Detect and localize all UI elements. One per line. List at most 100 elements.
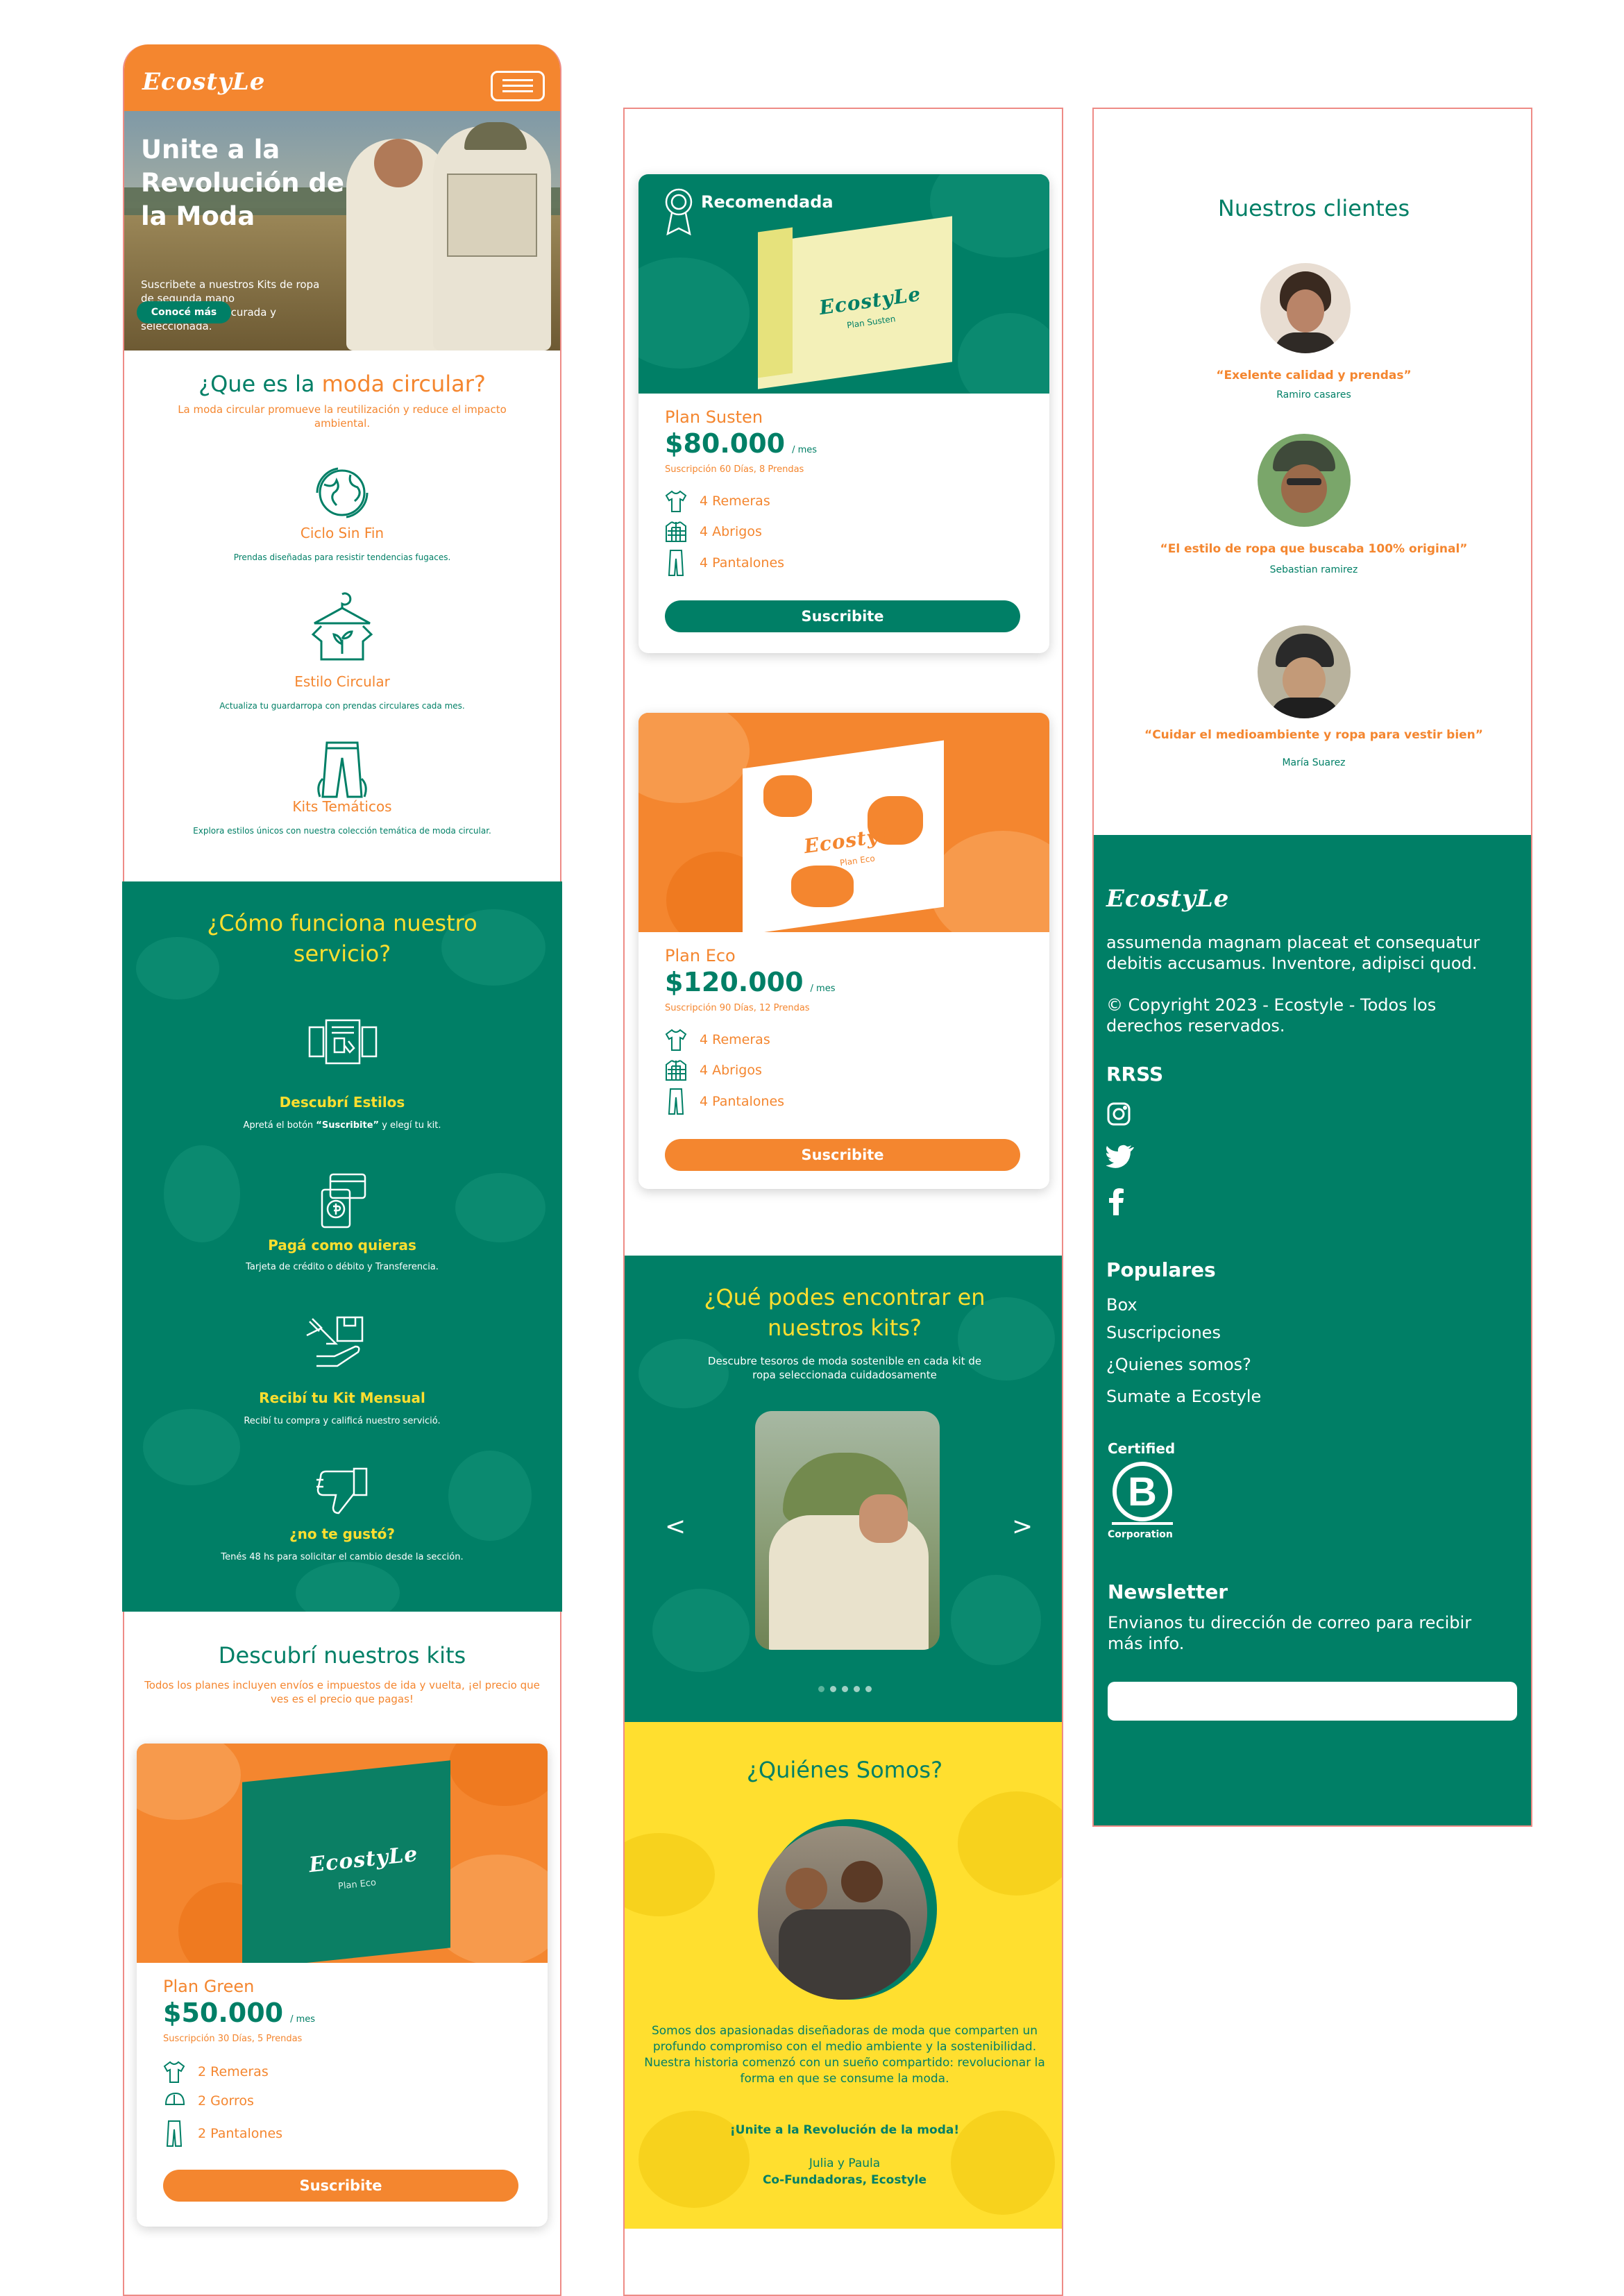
carousel-dot[interactable]: [829, 1686, 836, 1692]
step-title: Pagá como quieras: [268, 1237, 416, 1253]
client-avatar: [1260, 263, 1351, 353]
step-title: ¿no te gustó?: [289, 1526, 395, 1542]
newsletter-email-input[interactable]: [1108, 1682, 1517, 1721]
hero-subtitle: Suscribete a nuestros Kits de ropa de se…: [141, 278, 320, 332]
recommended-badge: Recomendada: [701, 192, 834, 212]
plan-price: $50.000 / mes: [163, 1998, 316, 2028]
footer-logo[interactable]: EcostyLe: [1106, 885, 1229, 913]
client-quote: “Cuidar el medioambiente y ropa para ves…: [1144, 728, 1483, 742]
plan-image: EcostyLe Plan Eco: [137, 1744, 548, 1963]
hand-photo: [859, 1494, 908, 1543]
mobile-page-plans: Recomendada EcostyLe Plan Susten Plan Su…: [623, 108, 1063, 2296]
step-title: Descubrí Estilos: [279, 1094, 405, 1111]
founders-photo: [758, 1826, 927, 2000]
client-quote: “Exelente calidad y prendas”: [1216, 369, 1412, 382]
instagram-icon[interactable]: [1106, 1101, 1131, 1129]
brand-logo[interactable]: EcostyLe: [142, 68, 265, 96]
plan-detail: Suscripción 30 Días, 5 Prendas: [163, 2034, 303, 2044]
subscribe-button[interactable]: Suscribite: [665, 1139, 1020, 1171]
about-cta: ¡Unite a la Revolución de la moda!: [729, 2123, 960, 2137]
plan-card: EcostyLe Plan Eco Plan Eco $120.000 / me…: [638, 713, 1049, 1189]
plan-item: 4 Remeras: [665, 489, 770, 513]
client-name: Sebastian ramirez: [1269, 564, 1358, 575]
plan-price: $120.000 / mes: [665, 967, 836, 997]
tshirt-icon: [665, 1029, 687, 1051]
plan-price: $80.000 / mes: [665, 428, 818, 459]
shirt-photo: [769, 1515, 929, 1650]
popular-heading: Populares: [1106, 1258, 1216, 1281]
step-desc: Recibí tu compra y calificá nuestro serv…: [244, 1416, 441, 1426]
founders-role: Co-Fundadoras, Ecostyle: [762, 2173, 927, 2187]
shirt-print-photo: [447, 174, 537, 257]
footer: EcostyLe assumenda magnam placeat et con…: [1094, 835, 1531, 1825]
step-desc: Tenés 48 hs para solicitar el cambio des…: [221, 1552, 464, 1562]
kits-title: Descubrí nuestros kits: [218, 1642, 466, 1669]
carousel-prev-button[interactable]: <: [665, 1512, 686, 1541]
subscribe-button[interactable]: Suscribite: [665, 600, 1020, 632]
carousel-next-button[interactable]: >: [1012, 1512, 1033, 1541]
about-section: ¿Quiénes Somos? Somos dos apasionadas di…: [625, 1722, 1062, 2229]
about-text: Somos dos apasionadas diseñadoras de mod…: [644, 2024, 1045, 2086]
menu-button[interactable]: [491, 71, 545, 101]
card-payment-icon: [318, 1172, 371, 1233]
plan-card: EcostyLe Plan Eco Plan Green $50.000 / m…: [137, 1744, 548, 2227]
kit-contents-section: ¿Qué podes encontrar en nuestros kits? D…: [625, 1256, 1062, 1722]
pants-icon: [668, 550, 684, 576]
plan-image: Recomendada EcostyLe Plan Susten: [638, 174, 1049, 394]
facebook-icon[interactable]: [1109, 1188, 1124, 1218]
carousel-dots: [625, 1682, 1062, 1695]
mobile-page-clients: Nuestros clientes “Exelente calidad y pr…: [1092, 108, 1532, 1827]
step-desc: Apretá el botón “Suscribite” y elegí tu …: [243, 1120, 441, 1131]
b-corp-icon: B: [1112, 1462, 1173, 1525]
plan-card-recommended: Recomendada EcostyLe Plan Susten Plan Su…: [638, 174, 1049, 653]
plan-item: 4 Remeras: [665, 1028, 770, 1052]
subscribe-button[interactable]: Suscribite: [163, 2170, 518, 2202]
newsletter-text: Envianos tu dirección de correo para rec…: [1108, 1613, 1472, 1653]
carousel-dot[interactable]: [865, 1686, 872, 1692]
plan-item: 4 Abrigos: [665, 1058, 762, 1082]
header-bar: EcostyLe: [124, 44, 560, 111]
client-avatar: [1258, 625, 1351, 718]
plan-name: Plan Eco: [665, 946, 736, 965]
person-photo: [374, 139, 423, 187]
plan-detail: Suscripción 60 Días, 8 Prendas: [665, 464, 804, 475]
footer-link[interactable]: Sumate a Ecostyle: [1106, 1386, 1261, 1407]
client-quote: “El estilo de ropa que buscaba 100% orig…: [1160, 542, 1468, 556]
plan-item: 4 Pantalones: [665, 549, 784, 577]
carousel-dot[interactable]: [853, 1686, 860, 1692]
plan-detail: Suscripción 90 Días, 12 Prendas: [665, 1003, 810, 1013]
footer-about: assumenda magnam placeat et consequatur …: [1106, 933, 1480, 973]
kit-contents-subtitle: Descubre tesoros de moda sostenible en c…: [707, 1355, 982, 1381]
thumbs-down-icon: [314, 1466, 371, 1519]
plan-name: Plan Green: [163, 1977, 255, 1996]
about-title: ¿Quiénes Somos?: [746, 1757, 943, 1783]
hero-banner: Unite a la Revolución de la Moda Suscrib…: [124, 111, 560, 351]
tshirt-icon: [665, 490, 687, 512]
how-title: ¿Cómo funciona nuestro servicio?: [207, 910, 477, 967]
plan-image: EcostyLe Plan Eco: [638, 713, 1049, 932]
award-badge-icon: [663, 185, 694, 239]
svg-text:B: B: [1128, 1469, 1157, 1514]
footer-link[interactable]: ¿Quienes somos?: [1106, 1354, 1251, 1375]
jacket-icon: [666, 1060, 686, 1081]
carousel-dot[interactable]: [841, 1686, 848, 1692]
client-avatar: [1258, 434, 1351, 527]
carousel-dot[interactable]: [818, 1686, 824, 1692]
plan-name: Plan Susten: [665, 407, 763, 427]
plan-item: 4 Pantalones: [665, 1088, 784, 1115]
twitter-icon[interactable]: [1106, 1145, 1134, 1171]
jacket-icon: [666, 521, 686, 542]
newsletter-heading: Newsletter: [1108, 1580, 1228, 1603]
plan-item: 2 Pantalones: [163, 2120, 282, 2147]
rrss-heading: RRSS: [1106, 1063, 1164, 1086]
how-it-works-section: ¿Cómo funciona nuestro servicio? Descubr…: [122, 881, 562, 1612]
pants-icon: [166, 2120, 183, 2147]
footer-link[interactable]: Box: [1106, 1294, 1137, 1315]
clients-title: Nuestros clientes: [1217, 195, 1410, 221]
carousel-slide-image[interactable]: [755, 1411, 940, 1650]
kit-contents-title: ¿Qué podes encontrar en nuestros kits?: [704, 1284, 986, 1341]
tshirt-icon: [163, 2061, 185, 2083]
step-title: Recibí tu Kit Mensual: [259, 1390, 425, 1406]
footer-link[interactable]: Suscripciones: [1106, 1322, 1221, 1343]
footer-copyright: © Copyright 2023 - Ecostyle - Todos los …: [1106, 995, 1437, 1036]
